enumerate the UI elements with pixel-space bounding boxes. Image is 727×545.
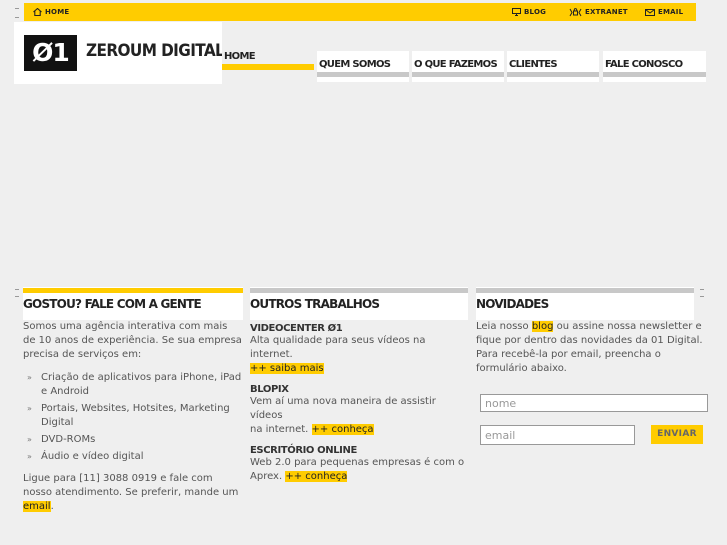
email-link[interactable]: EMAIL bbox=[645, 3, 683, 21]
corner-tick bbox=[15, 8, 19, 9]
email-input[interactable] bbox=[480, 425, 635, 445]
header-bar bbox=[23, 288, 243, 293]
home-link[interactable]: HOME bbox=[33, 3, 69, 21]
project-desc-text: Web 2.0 para pequenas empresas é com o A… bbox=[250, 457, 465, 482]
news-text-part: Leia nosso bbox=[476, 321, 529, 332]
corner-tick bbox=[15, 289, 19, 290]
contact-header: GOSTOU? FALE COM A GENTE bbox=[23, 287, 243, 320]
extranet-link[interactable]: EXTRANET bbox=[569, 3, 628, 21]
nav-quem-somos[interactable]: QUEM SOMOS bbox=[317, 51, 409, 82]
project-desc: Alta qualidade para seus vídeos na inter… bbox=[250, 334, 468, 376]
nav-quem-somos-label: QUEM SOMOS bbox=[319, 59, 391, 70]
project-desc-text: Alta qualidade para seus vídeos na inter… bbox=[250, 335, 426, 360]
blog-link[interactable]: BLOG bbox=[512, 3, 546, 21]
home-icon bbox=[33, 7, 42, 17]
service-label: Portais, Websites, Hotsites, Marketing D… bbox=[41, 403, 230, 428]
project-desc-text: Vem aí uma nova maneira de assistir víde… bbox=[250, 396, 436, 421]
header-bar bbox=[250, 288, 468, 293]
nav-home-label: HOME bbox=[224, 51, 256, 62]
arrow-icon: » bbox=[27, 404, 32, 413]
arrow-icon: » bbox=[27, 452, 32, 461]
contact-outro: Ligue para [11] 3088 0919 e fale com nos… bbox=[23, 472, 243, 514]
email-contact-link[interactable]: email bbox=[23, 501, 51, 512]
main-nav: HOME QUEM SOMOS O QUE FAZEMOS CLIENTES F… bbox=[222, 22, 706, 84]
nav-fale-conosco-label: FALE CONOSCO bbox=[605, 59, 683, 70]
contact-section: GOSTOU? FALE COM A GENTE Somos uma agênc… bbox=[23, 287, 243, 514]
nav-o-que-fazemos[interactable]: O QUE FAZEMOS bbox=[412, 51, 504, 82]
logo-mark: Ø1 bbox=[24, 35, 77, 71]
works-title: OUTROS TRABALHOS bbox=[250, 297, 380, 311]
nav-fale-conosco[interactable]: FALE CONOSCO bbox=[603, 51, 706, 82]
send-button[interactable]: ENVIAR bbox=[651, 425, 703, 444]
nav-clientes-label: CLIENTES bbox=[509, 59, 558, 70]
nav-home[interactable]: HOME bbox=[222, 51, 314, 82]
nav-bar bbox=[603, 72, 706, 77]
news-header: NOVIDADES bbox=[476, 287, 694, 320]
name-input[interactable] bbox=[480, 394, 708, 412]
project-desc: Web 2.0 para pequenas empresas é com o A… bbox=[250, 456, 468, 484]
conheca-link[interactable]: ++ conheça bbox=[311, 424, 374, 435]
arrow-icon: » bbox=[27, 435, 32, 444]
works-header: OUTROS TRABALHOS bbox=[250, 287, 468, 320]
nav-clientes[interactable]: CLIENTES bbox=[507, 51, 599, 82]
works-section: OUTROS TRABALHOS VIDEOCENTER Ø1 Alta qua… bbox=[250, 287, 468, 484]
service-label: Áudio e vídeo digital bbox=[41, 451, 144, 462]
extranet-icon bbox=[569, 7, 582, 16]
logo-name: ZEROUM DIGITAL bbox=[86, 41, 225, 61]
services-list: » Criação de aplicativos para iPhone, iPa… bbox=[23, 371, 243, 464]
logo[interactable]: Ø1 ZEROUM DIGITAL bbox=[14, 22, 225, 84]
monitor-icon bbox=[512, 8, 521, 16]
header-bar bbox=[476, 288, 694, 293]
home-link-label: HOME bbox=[45, 8, 70, 16]
contact-intro: Somos uma agência interativa com mais de… bbox=[23, 321, 242, 360]
nav-bar bbox=[507, 72, 599, 77]
conheca-link[interactable]: ++ conheça bbox=[285, 471, 348, 482]
project-desc-text: na internet. bbox=[250, 424, 309, 435]
list-item: » Áudio e vídeo digital bbox=[23, 450, 243, 464]
nav-home-indicator bbox=[222, 64, 314, 70]
service-label: DVD-ROMs bbox=[41, 434, 96, 445]
contact-title: GOSTOU? FALE COM A GENTE bbox=[23, 297, 202, 311]
service-label: Criação de aplicativos para iPhone, iPad… bbox=[41, 372, 242, 397]
project-title: BLOPIX bbox=[250, 384, 289, 395]
email-link-label: EMAIL bbox=[658, 8, 684, 16]
envelope-icon bbox=[645, 8, 655, 16]
list-item: » Criação de aplicativos para iPhone, iPa… bbox=[23, 371, 243, 399]
nav-bar bbox=[412, 72, 504, 77]
saiba-mais-link[interactable]: ++ saiba mais bbox=[250, 363, 324, 374]
project-title: VIDEOCENTER Ø1 bbox=[250, 323, 343, 334]
list-item: » Portais, Websites, Hotsites, Marketing … bbox=[23, 402, 243, 430]
news-title: NOVIDADES bbox=[476, 297, 549, 311]
news-text: Leia nosso blog ou assine nossa newslett… bbox=[476, 320, 712, 376]
corner-tick bbox=[15, 17, 19, 18]
arrow-icon: » bbox=[27, 373, 32, 382]
contact-outro-text: Ligue para [11] 3088 0919 e fale com nos… bbox=[23, 473, 239, 498]
list-item: » DVD-ROMs bbox=[23, 433, 243, 447]
nav-bar bbox=[317, 72, 409, 77]
project-desc: Vem aí uma nova maneira de assistir víde… bbox=[250, 395, 468, 437]
corner-tick bbox=[15, 296, 19, 297]
blog-link-label: BLOG bbox=[524, 8, 547, 16]
project-title: ESCRITÓRIO ONLINE bbox=[250, 445, 357, 456]
news-section: NOVIDADES Leia nosso blog ou assine noss… bbox=[476, 287, 712, 376]
blog-inline-link[interactable]: blog bbox=[531, 321, 554, 332]
nav-o-que-fazemos-label: O QUE FAZEMOS bbox=[414, 59, 498, 70]
top-utility-bar: HOME BLOG EXTRANET EMAIL bbox=[24, 3, 696, 21]
extranet-link-label: EXTRANET bbox=[585, 8, 628, 16]
contact-outro-end: . bbox=[50, 501, 54, 512]
